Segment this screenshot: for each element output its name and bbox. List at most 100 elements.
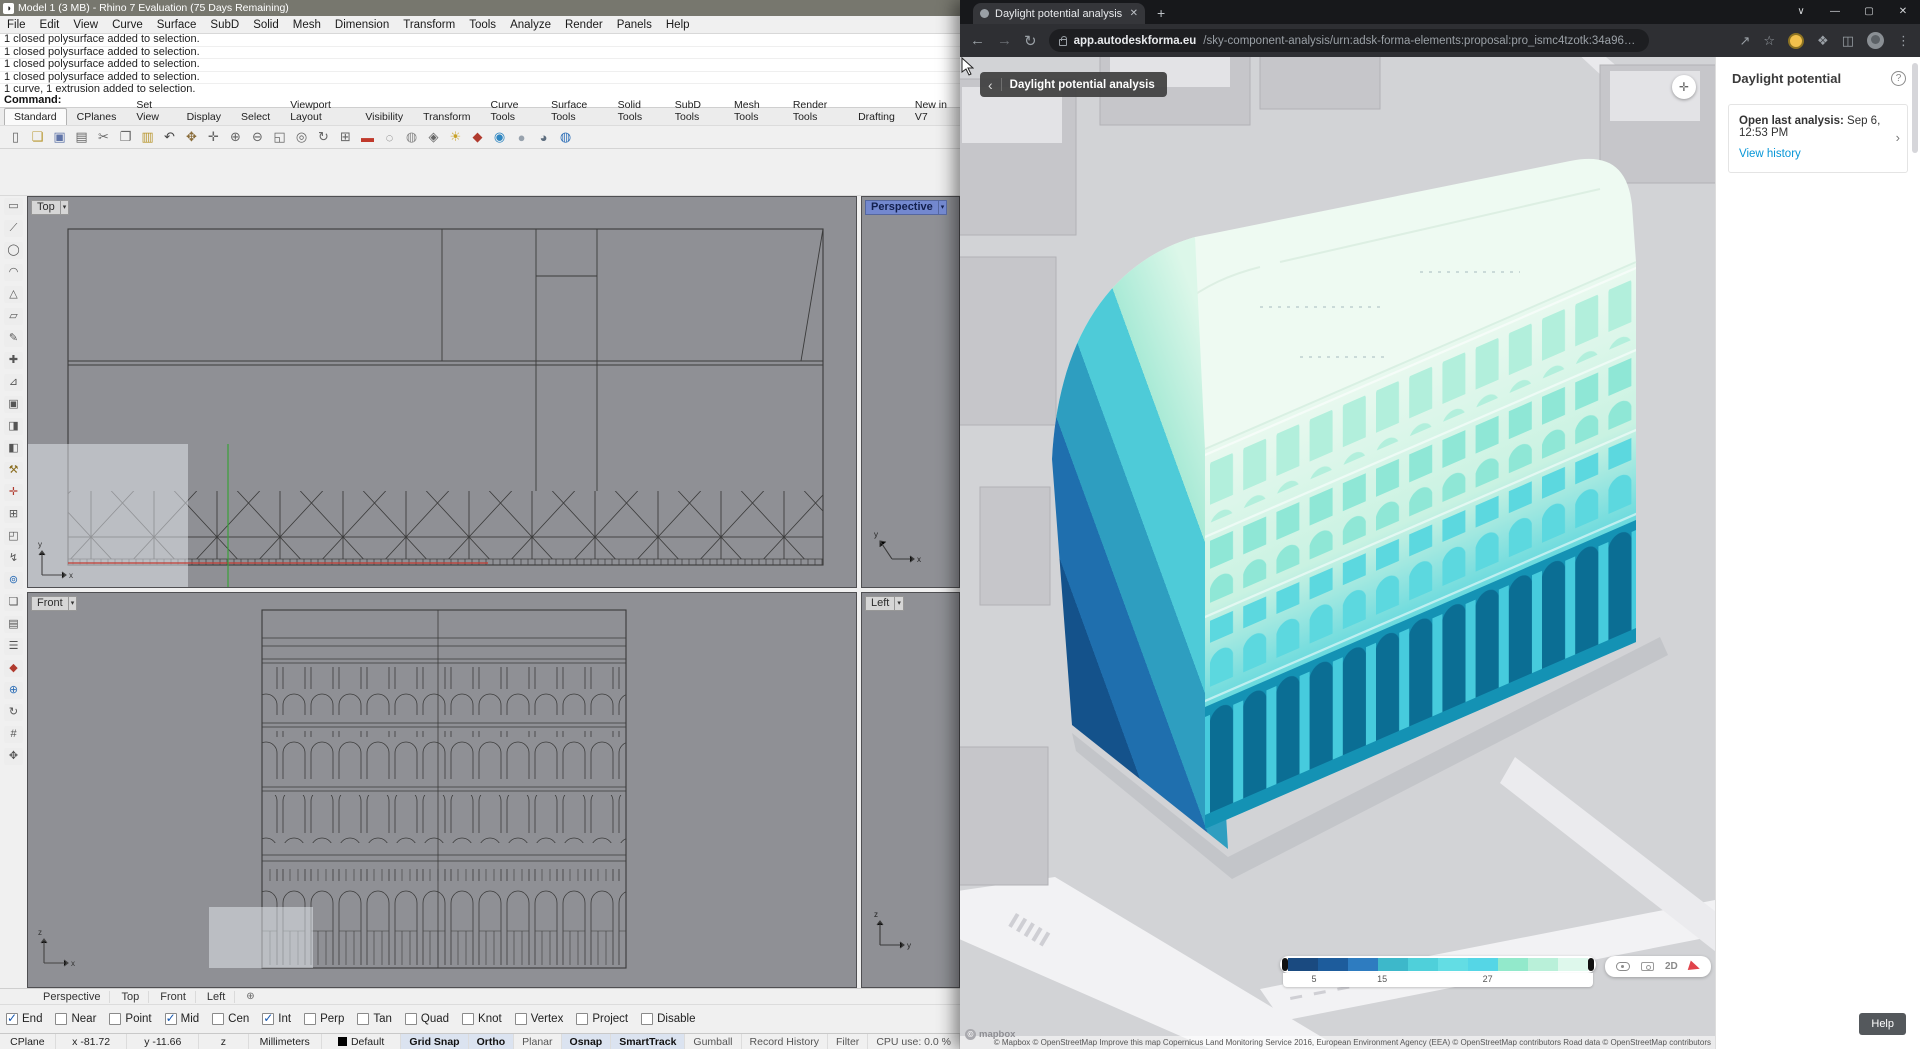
osnap-checkbox[interactable] bbox=[576, 1013, 588, 1025]
toolbar-tab[interactable]: Viewport Layout bbox=[280, 96, 355, 125]
osnap-checkbox[interactable] bbox=[165, 1013, 177, 1025]
osnap-toggle[interactable]: Tan bbox=[357, 1013, 392, 1025]
osnap-checkbox[interactable] bbox=[109, 1013, 121, 1025]
sidebar-tool-icon[interactable]: ✥ bbox=[4, 748, 23, 765]
lightbulb-icon[interactable]: ☀ bbox=[446, 128, 465, 147]
viewport-menu-caret[interactable]: ▾ bbox=[61, 200, 70, 215]
osnap-toggle[interactable]: Point bbox=[109, 1013, 151, 1025]
osnap-toggle[interactable]: Perp bbox=[304, 1013, 344, 1025]
osnap-toggle[interactable]: End bbox=[6, 1013, 42, 1025]
zoom-in-icon[interactable]: ⊕ bbox=[226, 128, 245, 147]
sidebar-tool-icon[interactable]: ✚ bbox=[4, 352, 23, 369]
print-icon[interactable]: ▤ bbox=[72, 128, 91, 147]
viewport-front[interactable]: z x Front▾ bbox=[27, 592, 857, 988]
toolbar-tab[interactable]: Curve Tools bbox=[481, 96, 542, 125]
menu-item[interactable]: Transform bbox=[396, 19, 462, 31]
new-file-icon[interactable]: ▯ bbox=[6, 128, 25, 147]
sidebar-tool-icon[interactable]: ▤ bbox=[4, 616, 23, 633]
viewport-label-perspective[interactable]: Perspective▾ bbox=[865, 200, 947, 215]
toolbar-tab[interactable]: Display bbox=[177, 108, 231, 125]
address-bar[interactable]: app.autodeskforma.eu/sky-component-analy… bbox=[1049, 29, 1649, 52]
sidebar-tool-icon[interactable]: ◆ bbox=[4, 660, 23, 677]
menu-item[interactable]: Edit bbox=[33, 19, 67, 31]
copy-icon[interactable]: ❐ bbox=[116, 128, 135, 147]
viewport-label-left[interactable]: Left▾ bbox=[865, 596, 904, 611]
tab-search-icon[interactable]: ∨ bbox=[1784, 0, 1818, 24]
kebab-menu-icon[interactable]: ⋮ bbox=[1897, 33, 1910, 49]
shaded-sphere-icon[interactable]: ● bbox=[512, 128, 531, 147]
open-file-icon[interactable]: ❏ bbox=[28, 128, 47, 147]
toolbar-tab[interactable]: SubD Tools bbox=[665, 96, 724, 125]
toolbar-tab[interactable]: Drafting bbox=[848, 108, 905, 125]
tab-close-icon[interactable]: ✕ bbox=[1130, 8, 1138, 19]
status-toggle[interactable]: Ortho bbox=[469, 1034, 515, 1049]
extension-icon[interactable] bbox=[1788, 33, 1804, 49]
sidebar-tool-icon[interactable]: ⟋ bbox=[4, 220, 23, 237]
sidebar-tool-icon[interactable]: ◧ bbox=[4, 440, 23, 457]
help-button[interactable]: Help bbox=[1859, 1013, 1906, 1035]
new-tab-button[interactable]: + bbox=[1157, 3, 1165, 24]
toolbar-tab[interactable]: New in V7 bbox=[905, 96, 960, 125]
viewport-tab[interactable]: Left bbox=[198, 991, 235, 1003]
osnap-checkbox[interactable] bbox=[55, 1013, 67, 1025]
sidebar-tool-icon[interactable]: ◨ bbox=[4, 418, 23, 435]
viewport-top[interactable]: x y Top▾ bbox=[27, 196, 857, 588]
globe-icon[interactable]: ◍ bbox=[556, 128, 575, 147]
status-toggle[interactable]: Planar bbox=[514, 1034, 561, 1049]
status-layer[interactable]: Default bbox=[322, 1034, 402, 1049]
sidebar-tool-icon[interactable]: ↯ bbox=[4, 550, 23, 567]
osnap-toggle[interactable]: Vertex bbox=[515, 1013, 564, 1025]
toolbar-tab[interactable]: Select bbox=[231, 108, 280, 125]
side-panel-icon[interactable]: ◫ bbox=[1842, 33, 1854, 49]
sidebar-tool-icon[interactable]: ▣ bbox=[4, 396, 23, 413]
save-icon[interactable]: ▣ bbox=[50, 128, 69, 147]
maximize-icon[interactable]: ▢ bbox=[1852, 0, 1886, 24]
paste-icon[interactable]: ▥ bbox=[138, 128, 157, 147]
sidebar-tool-icon[interactable]: ⚒ bbox=[4, 462, 23, 479]
reload-icon[interactable]: ↻ bbox=[1024, 32, 1037, 50]
status-toggle[interactable]: Grid Snap bbox=[401, 1034, 468, 1049]
legend-max-handle[interactable] bbox=[1588, 958, 1594, 971]
sidebar-tool-icon[interactable]: △ bbox=[4, 286, 23, 303]
osnap-checkbox[interactable] bbox=[641, 1013, 653, 1025]
sidebar-tool-icon[interactable]: ☰ bbox=[4, 638, 23, 655]
bookmark-star-icon[interactable]: ☆ bbox=[1763, 33, 1775, 49]
compass-button[interactable]: ✛ bbox=[1672, 75, 1696, 99]
viewport-menu-caret[interactable]: ▾ bbox=[69, 596, 78, 611]
viewport-layout-icon[interactable]: ⊞ bbox=[336, 128, 355, 147]
view-history-link[interactable]: View history bbox=[1739, 148, 1801, 160]
viewport-menu-caret[interactable]: ▾ bbox=[939, 200, 948, 215]
status-toggle[interactable]: Record History bbox=[742, 1034, 828, 1049]
viewport-tab[interactable]: Perspective bbox=[34, 991, 110, 1003]
status-units[interactable]: Millimeters bbox=[249, 1034, 322, 1049]
rendered-sphere-icon[interactable]: ◕ bbox=[534, 128, 553, 147]
lock-icon[interactable]: ◈ bbox=[424, 128, 443, 147]
sidebar-tool-icon[interactable]: ◯ bbox=[4, 242, 23, 259]
toggle-2d-button[interactable]: 2D bbox=[1665, 961, 1678, 972]
osnap-checkbox[interactable] bbox=[304, 1013, 316, 1025]
toolbar-tab[interactable]: Mesh Tools bbox=[724, 96, 783, 125]
zoom-out-icon[interactable]: ⊖ bbox=[248, 128, 267, 147]
menu-item[interactable]: Solid bbox=[246, 19, 286, 31]
osnap-checkbox[interactable] bbox=[515, 1013, 527, 1025]
panel-scrollbar[interactable] bbox=[1912, 63, 1918, 153]
back-chevron-icon[interactable]: ‹ bbox=[988, 77, 993, 93]
cut-icon[interactable]: ✂ bbox=[94, 128, 113, 147]
toolbar-tab[interactable]: Visibility bbox=[355, 108, 413, 125]
last-analysis-card[interactable]: Open last analysis: Sep 6, 12:53 PM View… bbox=[1728, 104, 1908, 173]
menu-item[interactable]: Mesh bbox=[286, 19, 328, 31]
pan-icon[interactable]: ✥ bbox=[182, 128, 201, 147]
osnap-toggle[interactable]: Int bbox=[262, 1013, 291, 1025]
visibility-icon[interactable]: ◌ bbox=[380, 128, 399, 147]
menu-item[interactable]: Help bbox=[659, 19, 697, 31]
browser-tab[interactable]: Daylight potential analysis ✕ bbox=[973, 3, 1145, 24]
osnap-checkbox[interactable] bbox=[405, 1013, 417, 1025]
menu-item[interactable]: Analyze bbox=[503, 19, 558, 31]
move-icon[interactable]: ✛ bbox=[204, 128, 223, 147]
analysis-breadcrumb[interactable]: ‹ Daylight potential analysis bbox=[980, 72, 1167, 97]
osnap-toggle[interactable]: Disable bbox=[641, 1013, 695, 1025]
zoom-window-icon[interactable]: ◱ bbox=[270, 128, 289, 147]
sidebar-tool-icon[interactable]: ⊿ bbox=[4, 374, 23, 391]
menu-item[interactable]: File bbox=[0, 19, 33, 31]
hide-icon[interactable]: ◍ bbox=[402, 128, 421, 147]
